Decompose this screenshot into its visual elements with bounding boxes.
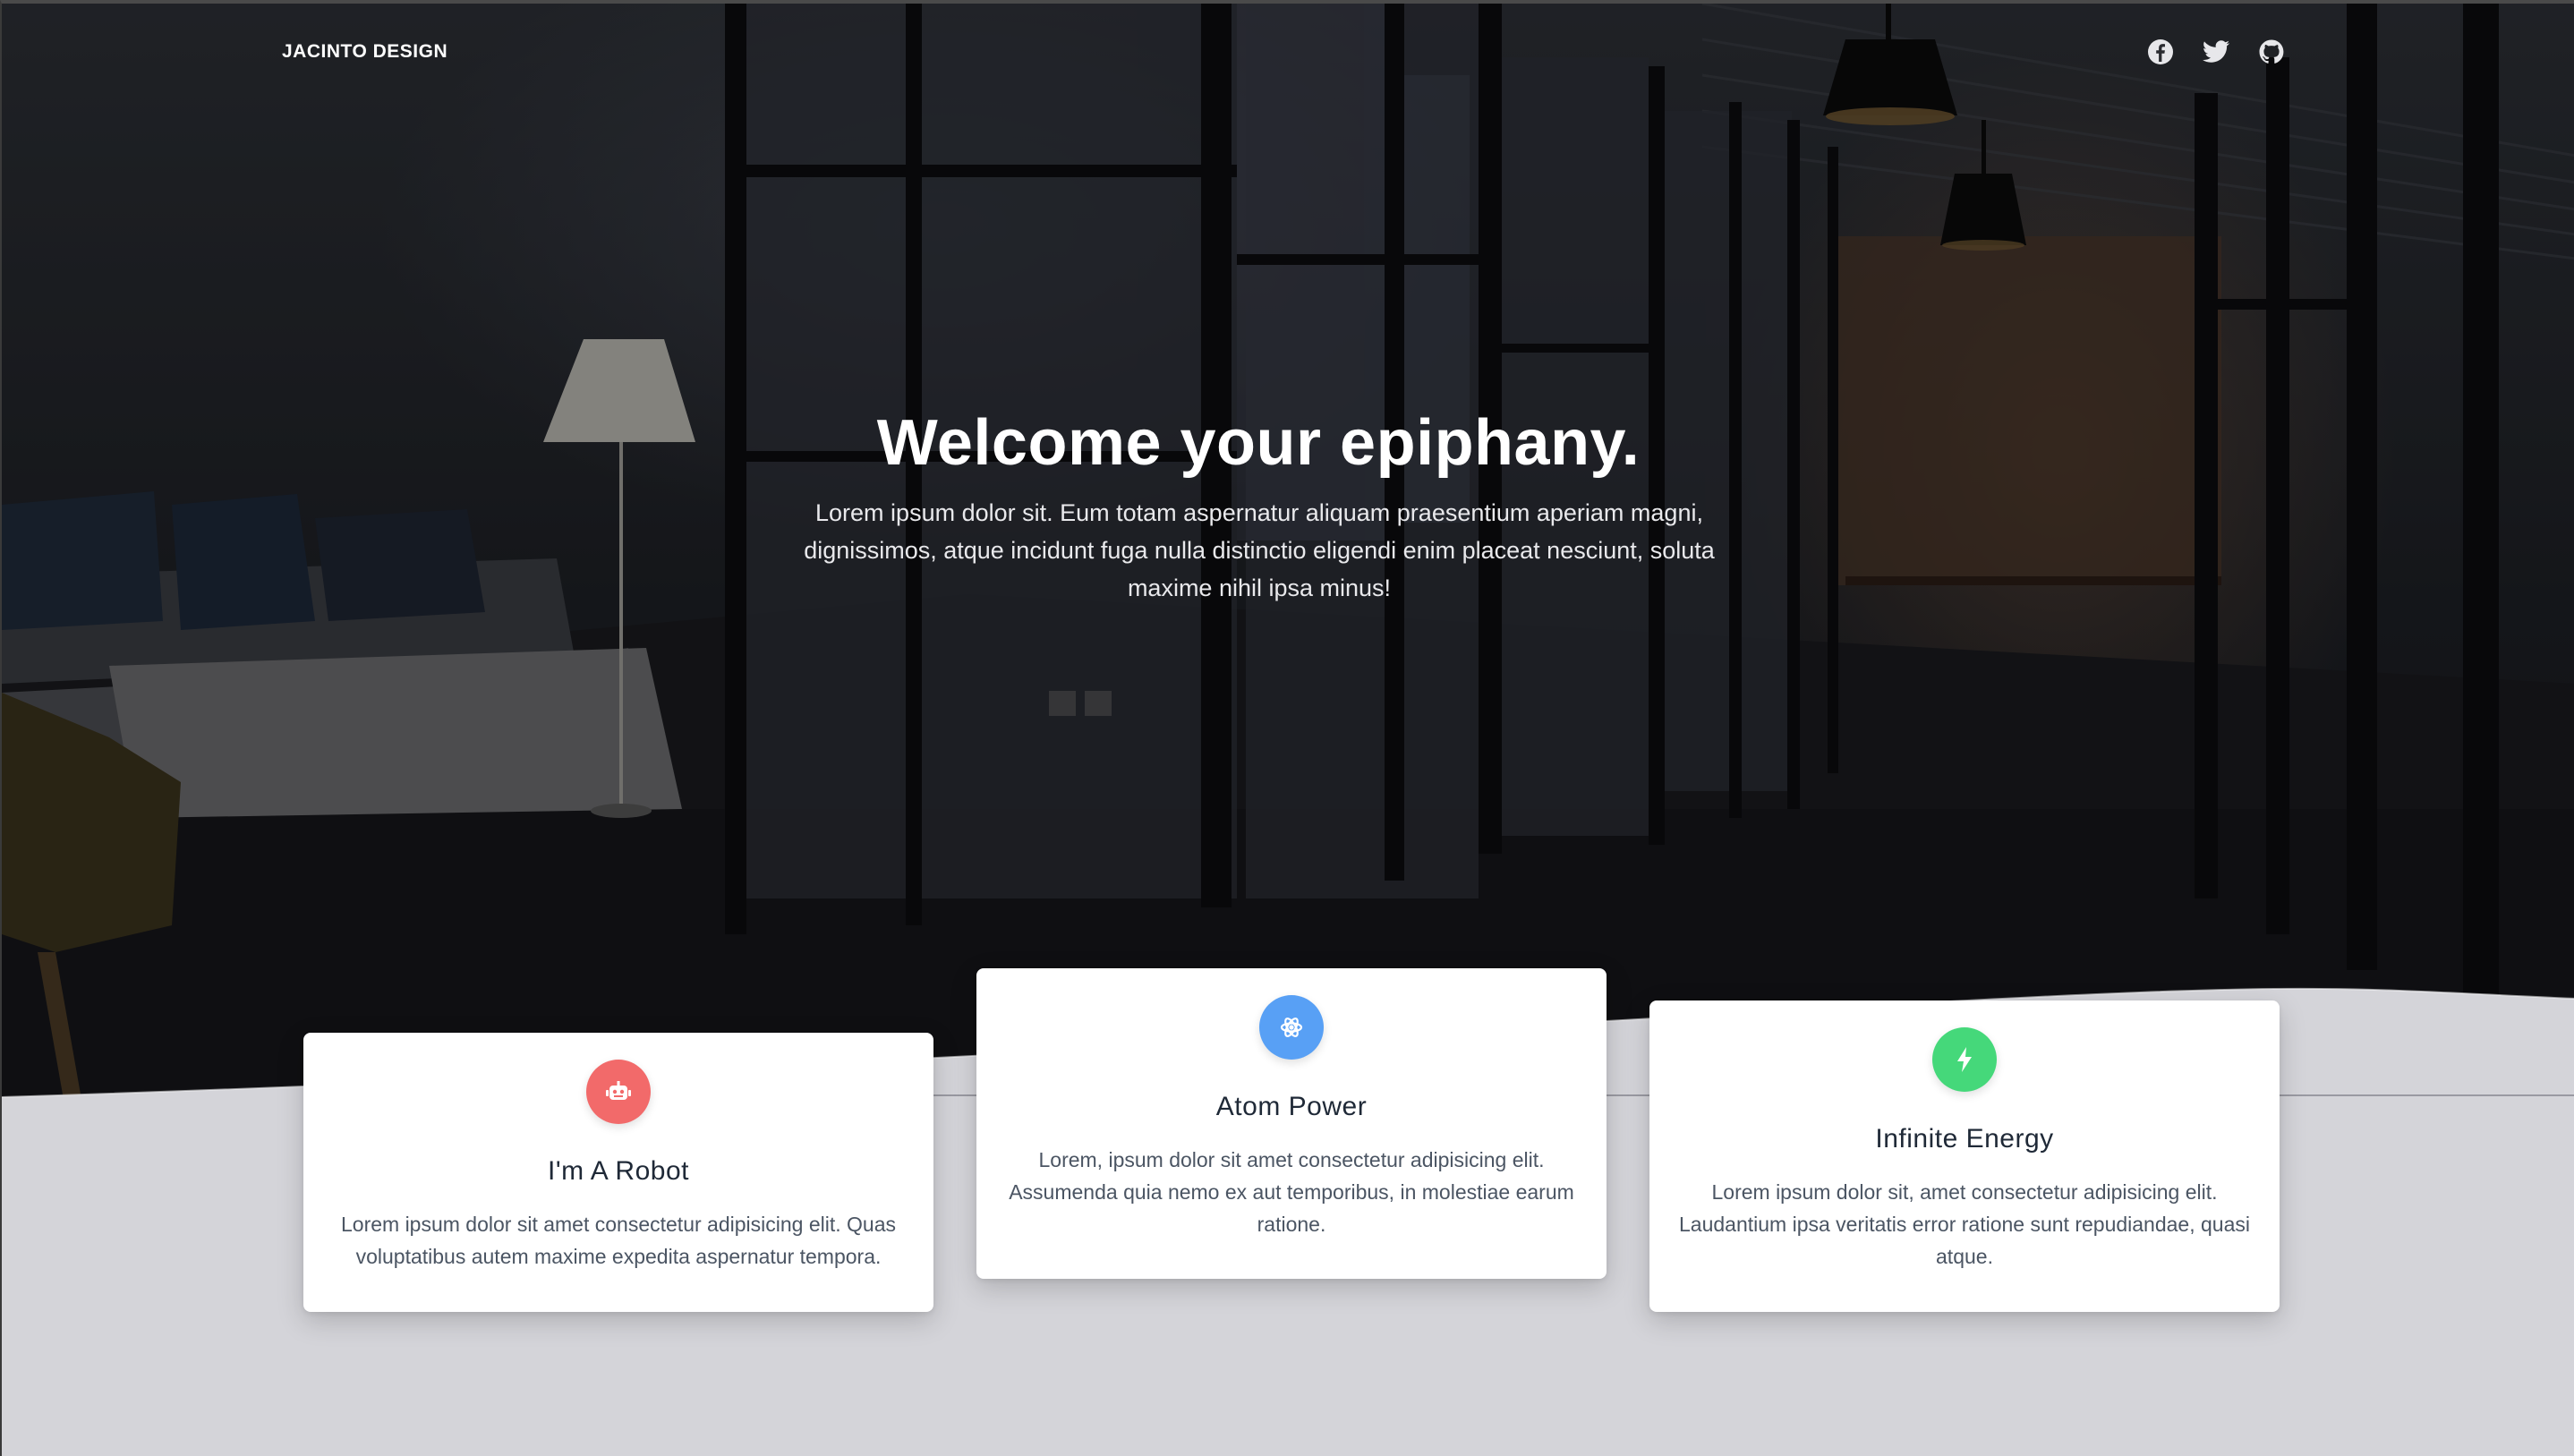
social-links [2146,38,2286,66]
feature-title: I'm A Robot [548,1156,689,1186]
github-icon[interactable] [2257,38,2286,66]
feature-title: Infinite Energy [1875,1124,2054,1154]
brand-logo[interactable]: JACINTO DESIGN [282,41,447,63]
hero-title: Welcome your epiphany. [876,407,1641,479]
feature-description: Lorem, ipsum dolor sit amet consectetur … [1009,1148,1574,1236]
feature-card-atom: Atom Power Lorem, ipsum dolor sit amet c… [976,968,1607,1279]
feature-card-energy: Infinite Energy Lorem ipsum dolor sit, a… [1649,1000,2280,1312]
atom-icon [1259,995,1324,1060]
feature-description: Lorem ipsum dolor sit amet consectetur a… [340,1213,896,1268]
feature-card-robot: I'm A Robot Lorem ipsum dolor sit amet c… [303,1033,933,1312]
robot-icon [586,1060,651,1124]
feature-title: Atom Power [1215,1092,1368,1121]
facebook-icon[interactable] [2146,38,2175,66]
hero-lead: Lorem ipsum dolor sit. Eum totam asperna… [804,499,1715,601]
feature-description: Lorem ipsum dolor sit, amet consectetur … [1679,1180,2250,1268]
lightning-icon [1932,1027,1997,1092]
landing-page: JACINTO DESIGN Welcome your epiphany. Lo… [0,0,2574,1456]
twitter-icon[interactable] [2202,38,2230,66]
